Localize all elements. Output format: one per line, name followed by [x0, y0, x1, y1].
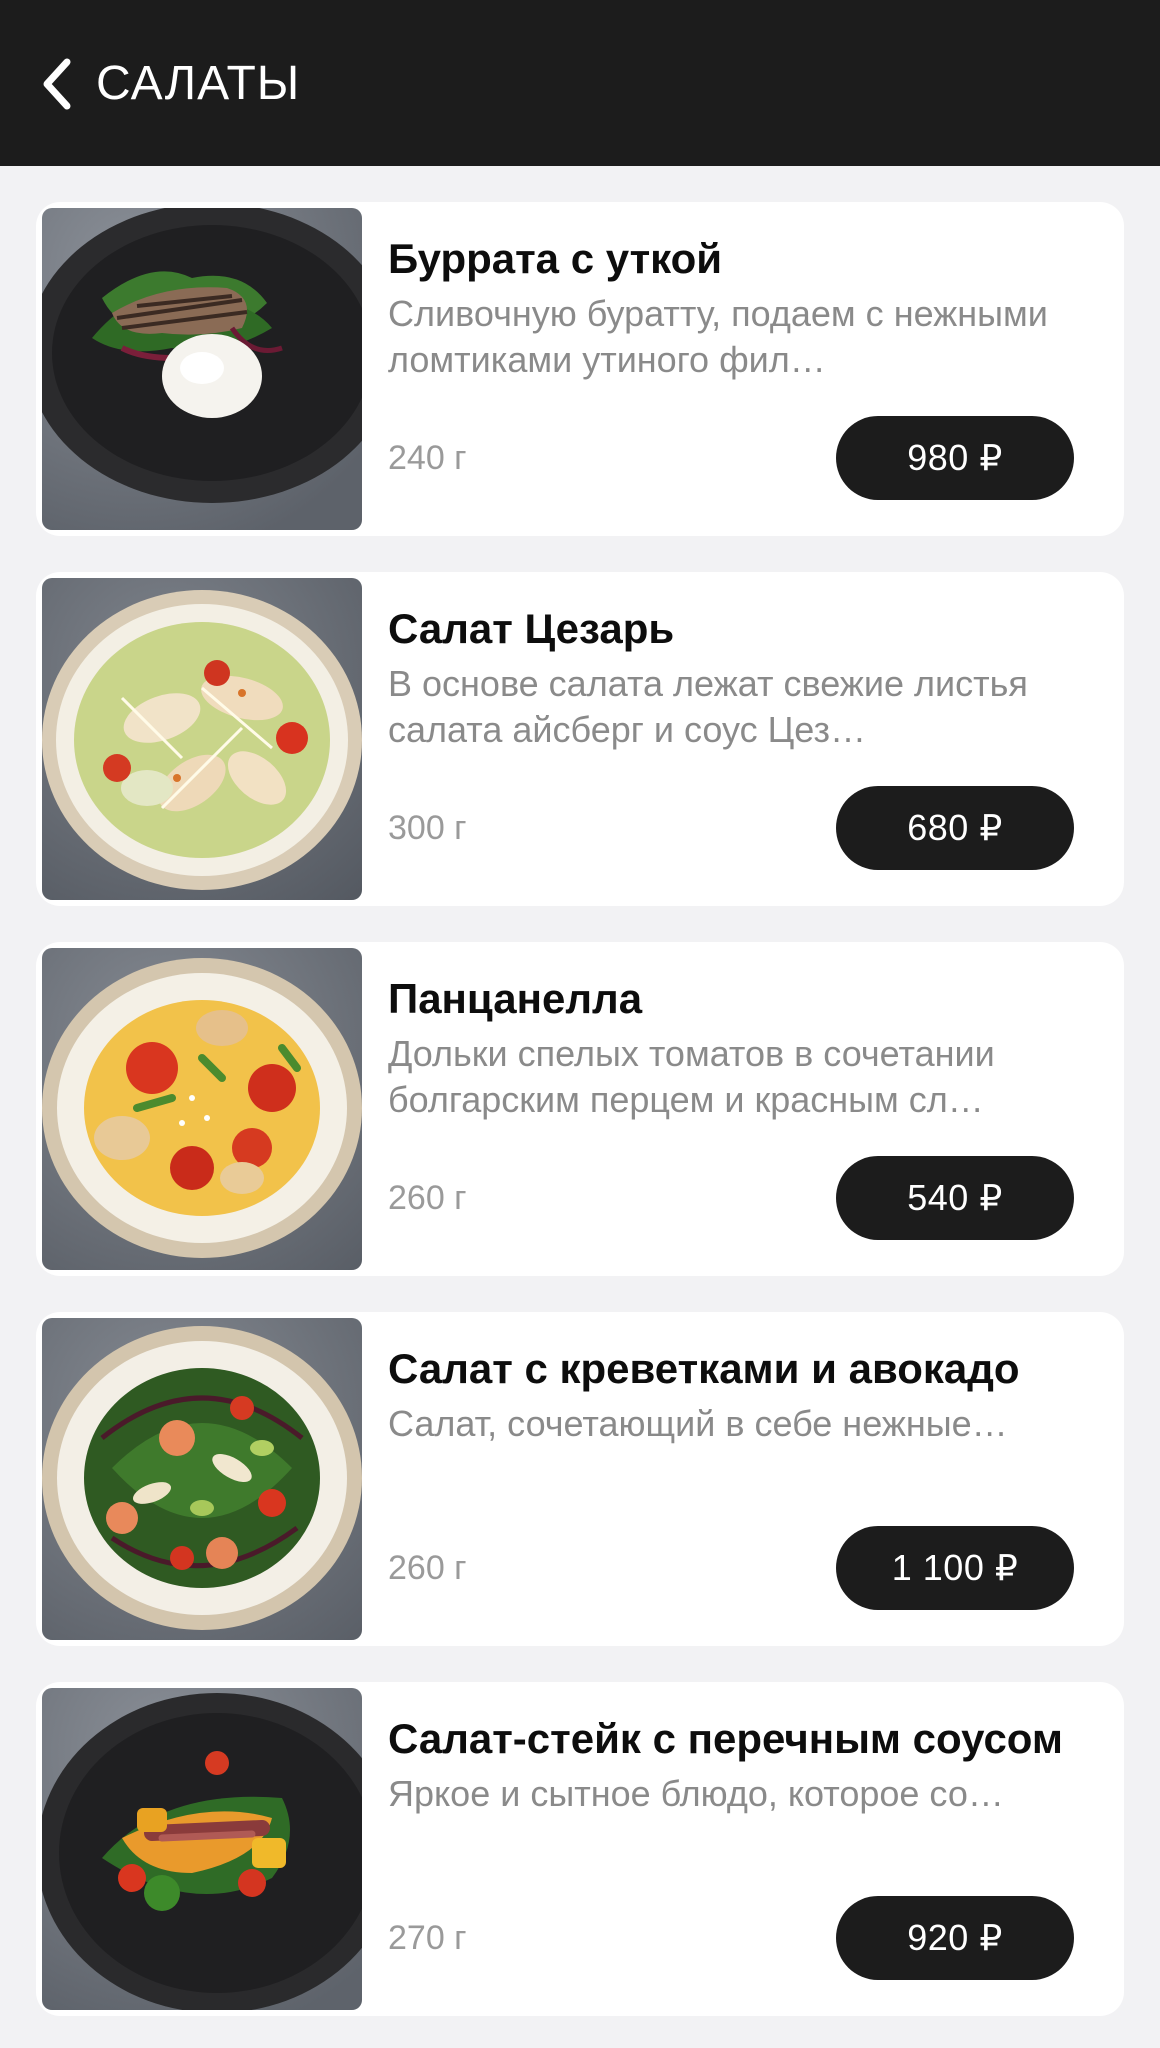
- price-button[interactable]: 540 ₽: [836, 1156, 1074, 1240]
- dish-description: Салат, сочетающий в себе нежные…: [388, 1403, 1008, 1444]
- dish-description: В основе салата лежат свежие листья сала…: [388, 663, 1028, 750]
- price-button[interactable]: 1 100 ₽: [836, 1526, 1074, 1610]
- dish-name: Салат с креветками и авокадо: [388, 1345, 1020, 1392]
- dish-card[interactable]: Салат Цезарь В основе салата лежат свежи…: [36, 572, 1124, 906]
- dish-image: [42, 1688, 362, 2010]
- dish-name: Салат Цезарь: [388, 605, 675, 652]
- price-button[interactable]: 920 ₽: [836, 1896, 1074, 1980]
- dish-weight: 300 г: [388, 809, 467, 847]
- dish-card[interactable]: Панцанелла Дольки спелых томатов в сочет…: [36, 942, 1124, 1276]
- page-title: САЛАТЫ: [96, 57, 301, 110]
- dish-name: Панцанелла: [388, 975, 643, 1022]
- dish-description: Яркое и сытное блюдо, которое со…: [388, 1773, 1004, 1814]
- dish-card[interactable]: Салат с креветками и авокадо Салат, соче…: [36, 1312, 1124, 1646]
- dish-weight: 270 г: [388, 1919, 467, 1957]
- back-button[interactable]: [28, 52, 84, 116]
- dish-image: [42, 208, 362, 530]
- dish-card[interactable]: Салат-стейк с перечным соусом Яркое и сы…: [36, 1682, 1124, 2016]
- dish-description: Дольки спелых томатов в сочетании болгар…: [388, 1033, 995, 1120]
- chevron-left-icon: [43, 58, 71, 110]
- price-button[interactable]: 680 ₽: [836, 786, 1074, 870]
- dish-weight: 260 г: [388, 1179, 467, 1217]
- dish-image: [42, 578, 362, 900]
- price-button[interactable]: 980 ₽: [836, 416, 1074, 500]
- dish-weight: 260 г: [388, 1549, 467, 1587]
- dish-image: [42, 1318, 362, 1640]
- dish-image: [42, 948, 362, 1270]
- dish-name: Буррата с уткой: [388, 235, 723, 282]
- top-bar: САЛАТЫ: [0, 0, 1160, 166]
- dish-weight: 240 г: [388, 439, 467, 477]
- dish-card[interactable]: Буррата с уткой Сливочную буратту, подае…: [36, 202, 1124, 536]
- dish-name: Салат-стейк с перечным соусом: [388, 1715, 1063, 1762]
- dish-description: Сливочную буратту, подаем с нежными ломт…: [388, 293, 1048, 380]
